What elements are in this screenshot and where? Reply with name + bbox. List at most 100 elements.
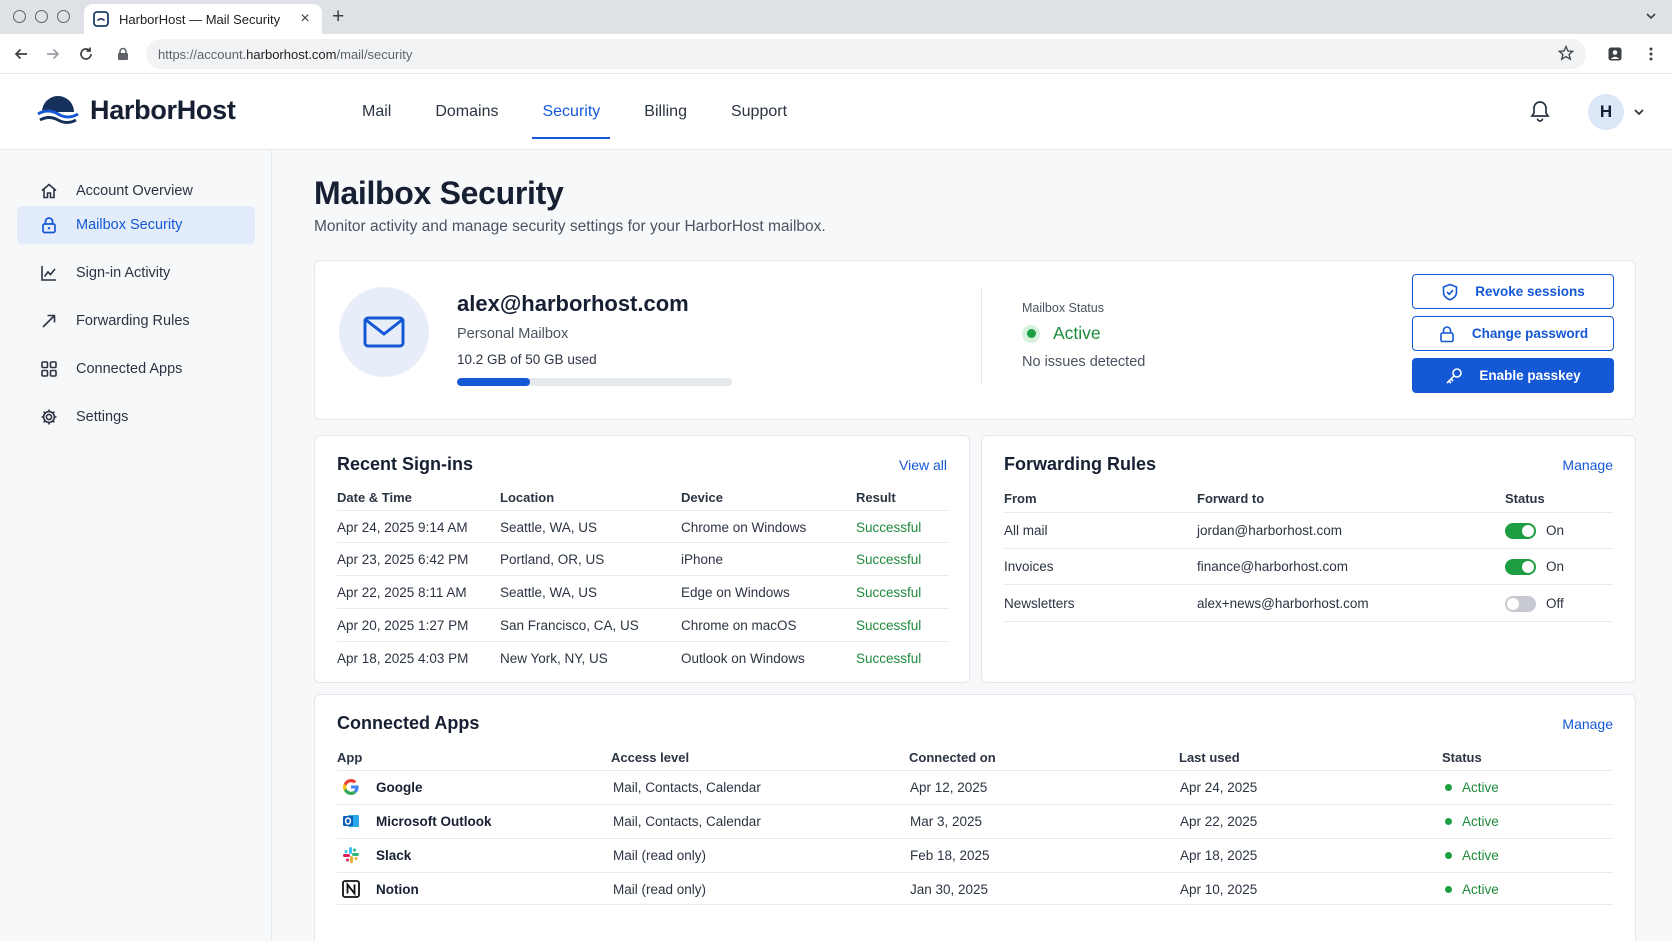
browser-menu-icon[interactable] xyxy=(1640,43,1662,65)
forwarding-status: On xyxy=(1546,559,1565,574)
address-bar[interactable]: https://account.harborhost.com/mail/secu… xyxy=(146,39,1586,69)
storage-usage-text: 10.2 GB of 50 GB used xyxy=(457,352,597,367)
mailbox-type: Personal Mailbox xyxy=(457,326,569,342)
avatar[interactable]: H xyxy=(1588,94,1624,130)
reload-icon[interactable] xyxy=(75,43,97,65)
top-nav-support[interactable]: Support xyxy=(709,74,809,150)
top-nav-domains[interactable]: Domains xyxy=(413,74,520,150)
sidebar-item-label: Forwarding Rules xyxy=(76,313,190,329)
signin-device: Edge on Windows xyxy=(681,585,790,600)
column-header: App xyxy=(337,750,363,765)
window-close-button[interactable] xyxy=(13,10,26,23)
address-url: https://account.harborhost.com/mail/secu… xyxy=(158,47,413,62)
column-header: From xyxy=(1004,491,1037,506)
sidebar-item-forwarding-rules[interactable]: Forwarding Rules xyxy=(17,302,255,340)
status-dot xyxy=(1445,886,1452,893)
table-row[interactable]: Microsoft Outlook Mail, Contacts, Calend… xyxy=(337,804,1613,837)
top-nav-security[interactable]: Security xyxy=(520,74,622,150)
notifications-bell-icon[interactable] xyxy=(1530,100,1550,122)
forwarding-toggle[interactable] xyxy=(1505,559,1536,575)
table-row[interactable]: Notion Mail (read only) Jan 30, 2025 Apr… xyxy=(337,872,1613,905)
signin-result: Successful xyxy=(856,552,922,567)
secure-lock-icon[interactable] xyxy=(112,43,134,65)
forward-icon[interactable] xyxy=(42,43,64,65)
signin-location: Portland, OR, US xyxy=(500,552,605,567)
sidebar-item-connected-apps[interactable]: Connected Apps xyxy=(17,350,255,388)
manage-apps-link[interactable]: Manage xyxy=(1562,716,1613,732)
forwarding-toggle[interactable] xyxy=(1505,596,1536,612)
tab-favicon-icon xyxy=(93,11,109,27)
mailbox-status-note: No issues detected xyxy=(1022,354,1146,370)
window-maximize-button[interactable] xyxy=(57,10,70,23)
mailbox-summary-card: alex@harborhost.com Personal Mailbox 10.… xyxy=(314,260,1636,420)
signin-result: Successful xyxy=(856,585,922,600)
table-row[interactable]: Invoices finance@harborhost.com On xyxy=(1004,548,1613,582)
sidebar-item-mailbox-security[interactable]: Mailbox Security xyxy=(17,206,255,244)
connected-apps-card: Connected Apps Manage App Access level C… xyxy=(314,694,1636,941)
browser-tab[interactable]: HarborHost — Mail Security × xyxy=(84,4,322,34)
status-dot xyxy=(1445,852,1452,859)
enable-passkey-button[interactable]: Enable passkey xyxy=(1412,358,1614,393)
signin-datetime: Apr 22, 2025 8:11 AM xyxy=(337,585,467,600)
bookmark-star-icon[interactable] xyxy=(1558,45,1574,61)
profile-icon[interactable] xyxy=(1604,43,1626,65)
app-last-used: Apr 18, 2025 xyxy=(1180,848,1258,863)
table-row[interactable]: All mail jordan@harborhost.com On xyxy=(1004,512,1613,546)
storage-usage-fill xyxy=(457,378,530,386)
column-header: Date & Time xyxy=(337,490,412,505)
top-nav-mail[interactable]: Mail xyxy=(340,74,413,150)
table-row[interactable]: Google Mail, Contacts, Calendar Apr 12, … xyxy=(337,770,1613,803)
column-header: Connected on xyxy=(909,750,996,765)
sidebar-item-sign-in-activity[interactable]: Sign-in Activity xyxy=(17,254,255,292)
new-tab-icon[interactable]: + xyxy=(332,5,344,29)
column-header: Forward to xyxy=(1197,491,1265,506)
table-row[interactable]: Newsletters alex+news@harborhost.com Off xyxy=(1004,584,1613,622)
page-title: Mailbox Security xyxy=(314,175,564,211)
app-connected-on: Feb 18, 2025 xyxy=(910,848,990,863)
forward-arrow-icon xyxy=(39,311,59,331)
notion-logo-icon xyxy=(342,880,360,898)
google-logo-icon xyxy=(343,779,359,795)
view-all-signins-link[interactable]: View all xyxy=(899,457,947,473)
signin-location: Seattle, WA, US xyxy=(500,585,598,600)
signin-device: Chrome on macOS xyxy=(681,618,797,633)
status-active-dot xyxy=(1022,324,1040,343)
page-subtitle: Monitor activity and manage security set… xyxy=(314,218,826,235)
table-row[interactable]: Apr 20, 2025 1:27 PM San Francisco, CA, … xyxy=(337,608,949,639)
sidebar: Account Overview Mailbox Security Sign-i… xyxy=(0,150,272,941)
signin-location: Seattle, WA, US xyxy=(500,520,598,535)
table-row[interactable]: Apr 23, 2025 6:42 PM Portland, OR, US iP… xyxy=(337,542,949,573)
tab-close-icon[interactable]: × xyxy=(297,10,313,28)
recent-signins-card: Recent Sign-ins View all Date & Time Loc… xyxy=(314,435,970,683)
revoke-sessions-button[interactable]: Revoke sessions xyxy=(1412,274,1614,309)
table-row[interactable]: Slack Mail (read only) Feb 18, 2025 Apr … xyxy=(337,838,1613,871)
change-password-button[interactable]: Change password xyxy=(1412,316,1614,351)
lock-icon xyxy=(39,215,59,235)
top-nav-billing[interactable]: Billing xyxy=(622,74,709,150)
change-password-label: Change password xyxy=(1471,326,1589,341)
forwarding-from: Invoices xyxy=(1004,559,1054,574)
table-row[interactable]: Apr 18, 2025 4:03 PM New York, NY, US Ou… xyxy=(337,641,949,672)
window-minimize-button[interactable] xyxy=(35,10,48,23)
app-access-level: Mail (read only) xyxy=(613,882,707,897)
forwarding-status: On xyxy=(1546,523,1565,538)
window-controls xyxy=(13,10,70,23)
signin-result: Successful xyxy=(856,618,922,633)
sidebar-item-account-overview[interactable]: Account Overview xyxy=(17,172,255,210)
app-header: HarborHost Mail Domains Security Billing… xyxy=(0,74,1672,150)
app-status: Active xyxy=(1462,814,1499,829)
app-name: Google xyxy=(376,780,423,795)
signin-device: Outlook on Windows xyxy=(681,651,805,666)
table-row[interactable]: Apr 24, 2025 9:14 AM Seattle, WA, US Chr… xyxy=(337,510,949,541)
tab-search-chevron-icon[interactable] xyxy=(1645,10,1657,22)
app-connected-on: Jan 30, 2025 xyxy=(910,882,989,897)
table-row[interactable]: Apr 22, 2025 8:11 AM Seattle, WA, US Edg… xyxy=(337,575,949,606)
back-icon[interactable] xyxy=(10,43,32,65)
manage-forwarding-link[interactable]: Manage xyxy=(1562,457,1613,473)
sidebar-item-settings[interactable]: Settings xyxy=(17,398,255,436)
account-chevron-down-icon[interactable] xyxy=(1633,106,1645,118)
forwarding-toggle[interactable] xyxy=(1505,523,1536,539)
column-header: Location xyxy=(500,490,555,505)
sidebar-item-label: Mailbox Security xyxy=(76,217,183,233)
brand-logo[interactable]: HarborHost xyxy=(36,92,236,128)
